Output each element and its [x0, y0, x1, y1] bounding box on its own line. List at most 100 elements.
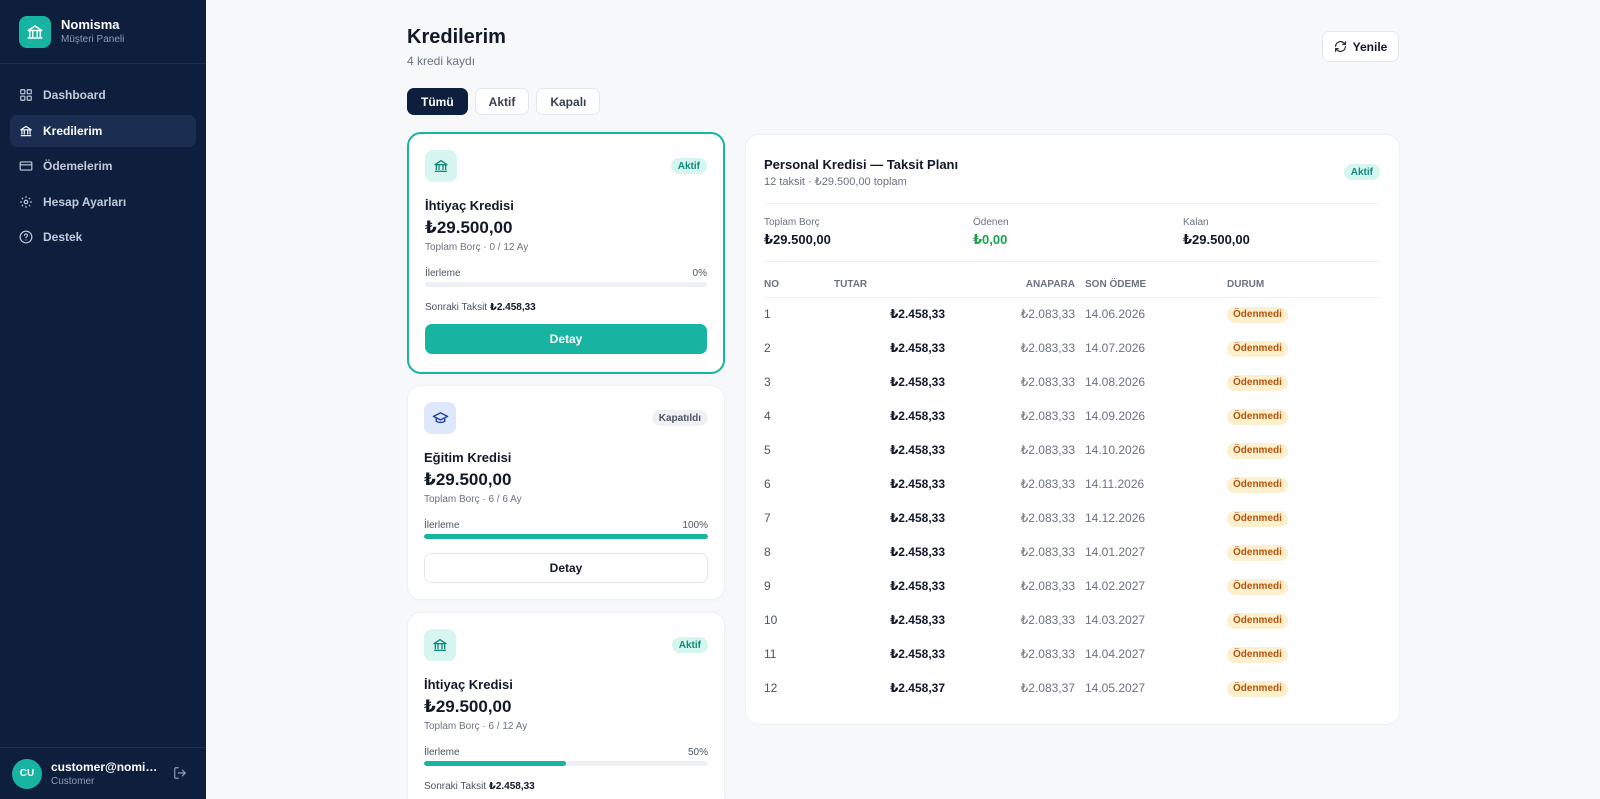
- tab-kapali[interactable]: Kapalı: [536, 88, 601, 115]
- column-header: ANAPARA: [945, 273, 1075, 298]
- tab-tumu[interactable]: Tümü: [407, 88, 468, 115]
- progress-label: İlerleme: [424, 747, 460, 758]
- installment-due-date: 14.08.2026: [1085, 375, 1146, 389]
- installment-no: 4: [764, 409, 771, 423]
- user-email: customer@nomisma.com: [51, 760, 163, 774]
- installment-status: Ödenmedi: [1227, 535, 1381, 569]
- bank-icon: [424, 629, 456, 661]
- status-badge: Ödenmedi: [1227, 578, 1288, 595]
- installment-amount: ₺2.458,33: [889, 613, 945, 627]
- installment-no: 11: [764, 647, 777, 661]
- installment-due-date: 14.04.2027: [1085, 647, 1146, 661]
- loan-name: İhtiyaç Kredisi: [424, 677, 513, 692]
- next-installment: Sonraki Taksit ₺2.458,33: [425, 302, 536, 313]
- plan-subtitle: 12 taksit · ₺29.500,00 toplam: [764, 176, 907, 188]
- loan-amount: ₺29.500,00: [424, 470, 512, 489]
- status-badge: Ödenmedi: [1227, 646, 1288, 663]
- avatar[interactable]: CU: [12, 758, 42, 789]
- progress-label: İlerleme: [425, 268, 461, 279]
- installment-principal: ₺2.083,33: [1020, 341, 1075, 355]
- next-installment: Sonraki Taksit ₺2.458,33: [424, 781, 535, 792]
- table-row: 10 ₺2.458,33 ₺2.083,33 14.03.2027 Ödenmedi: [764, 603, 1381, 637]
- status-badge: Aktif: [671, 637, 708, 653]
- logout-icon[interactable]: [173, 766, 189, 782]
- installment-principal: ₺2.083,33: [1020, 511, 1075, 525]
- status-badge: Ödenmedi: [1227, 612, 1288, 629]
- status-badge: Ödenmedi: [1227, 510, 1288, 527]
- sidebar-item-label: Destek: [43, 230, 83, 244]
- progress-percent: 0%: [692, 268, 707, 279]
- loan-meta: Toplam Borç · 6 / 6 Ay: [424, 494, 522, 505]
- installment-principal: ₺2.083,33: [1020, 647, 1075, 661]
- installment-no: 12: [764, 681, 778, 695]
- sidebar-nav: Dashboard Kredilerim Ödemelerim Hesap Ay…: [0, 64, 206, 253]
- status-badge: Ödenmedi: [1227, 374, 1288, 391]
- table-row: 7 ₺2.458,33 ₺2.083,33 14.12.2026 Ödenmedi: [764, 501, 1381, 535]
- installment-amount: ₺2.458,33: [889, 443, 945, 457]
- table-row: 4 ₺2.458,33 ₺2.083,33 14.09.2026 Ödenmedi: [764, 399, 1381, 433]
- installment-due-date: 14.01.2027: [1085, 545, 1146, 559]
- refresh-button[interactable]: Yenile: [1322, 31, 1399, 62]
- installment-amount: ₺2.458,37: [889, 681, 945, 695]
- table-row: 6 ₺2.458,33 ₺2.083,33 14.11.2026 Ödenmedi: [764, 467, 1381, 501]
- column-header: NO: [764, 273, 834, 298]
- brand[interactable]: Nomisma Müşteri Paneli: [0, 0, 206, 64]
- installment-status: Ödenmedi: [1227, 671, 1381, 705]
- installment-no: 6: [764, 477, 771, 491]
- installment-no: 2: [764, 341, 771, 355]
- sidebar-item-label: Kredilerim: [43, 123, 103, 138]
- progress-label: İlerleme: [424, 520, 460, 531]
- summary-paid: Ödenen ₺0,00: [973, 217, 1009, 247]
- installment-amount: ₺2.458,33: [889, 307, 945, 322]
- grid-icon: [19, 88, 33, 102]
- installment-principal: ₺2.083,33: [1020, 375, 1075, 389]
- sidebar-item-destek[interactable]: Destek: [10, 221, 196, 253]
- help-icon: [19, 230, 33, 244]
- installment-due-date: 14.12.2026: [1085, 511, 1146, 525]
- gear-icon: [19, 195, 33, 209]
- sidebar-item-kredilerim[interactable]: Kredilerim: [10, 114, 196, 147]
- installment-status: Ödenmedi: [1227, 331, 1381, 365]
- installment-status: Ödenmedi: [1227, 603, 1381, 637]
- sidebar-item-odemelerim[interactable]: Ödemelerim: [10, 150, 196, 182]
- loan-card[interactable]: Kapatıldı Eğitim Kredisi ₺29.500,00 Topl…: [407, 385, 725, 600]
- sidebar-item-hesap-ayarlari[interactable]: Hesap Ayarları: [10, 186, 196, 218]
- loan-card[interactable]: Aktif İhtiyaç Kredisi ₺29.500,00 Toplam …: [407, 132, 725, 374]
- installment-principal: ₺2.083,33: [1020, 545, 1075, 559]
- installment-no: 10: [764, 613, 778, 627]
- sidebar: Nomisma Müşteri Paneli Dashboard Kredile…: [0, 0, 206, 799]
- loan-amount: ₺29.500,00: [425, 218, 513, 237]
- loan-meta: Toplam Borç · 6 / 12 Ay: [424, 721, 528, 732]
- table-row: 3 ₺2.458,33 ₺2.083,33 14.08.2026 Ödenmedi: [764, 365, 1381, 399]
- loan-name: İhtiyaç Kredisi: [425, 198, 514, 213]
- installment-status: Ödenmedi: [1227, 297, 1381, 331]
- installment-amount: ₺2.458,33: [889, 375, 945, 389]
- column-header: DURUM: [1227, 273, 1381, 298]
- installment-no: 8: [764, 545, 771, 559]
- detail-button[interactable]: Detay: [424, 553, 708, 583]
- installment-due-date: 14.07.2026: [1085, 341, 1146, 355]
- installment-due-date: 14.06.2026: [1085, 307, 1146, 322]
- table-row: 2 ₺2.458,33 ₺2.083,33 14.07.2026 Ödenmedi: [764, 331, 1381, 365]
- next-installment-value: ₺2.458,33: [489, 302, 536, 313]
- table-header-row: NO TUTAR ANAPARA SON ÖDEME DURUM: [764, 273, 1381, 298]
- tab-aktif[interactable]: Aktif: [474, 88, 530, 115]
- installment-due-date: 14.09.2026: [1085, 409, 1146, 423]
- bank-logo-icon: [19, 15, 51, 48]
- table-row: 8 ₺2.458,33 ₺2.083,33 14.01.2027 Ödenmedi: [764, 535, 1381, 569]
- column-header: TUTAR: [834, 273, 945, 298]
- sidebar-item-dashboard[interactable]: Dashboard: [10, 79, 196, 111]
- installment-principal: ₺2.083,33: [1020, 579, 1075, 593]
- installment-status: Ödenmedi: [1227, 569, 1381, 603]
- installment-no: 5: [764, 443, 771, 457]
- installment-status: Ödenmedi: [1227, 399, 1381, 433]
- installment-amount: ₺2.458,33: [889, 647, 945, 661]
- next-installment-value: ₺2.458,33: [488, 781, 535, 792]
- brand-name: Nomisma: [61, 17, 120, 32]
- loan-card[interactable]: Aktif İhtiyaç Kredisi ₺29.500,00 Toplam …: [407, 612, 725, 799]
- card-icon: [19, 159, 33, 173]
- installment-principal: ₺2.083,37: [1020, 681, 1075, 695]
- detail-button[interactable]: Detay: [425, 324, 707, 354]
- graduation-cap-icon: [424, 402, 456, 434]
- bank-icon: [425, 150, 457, 182]
